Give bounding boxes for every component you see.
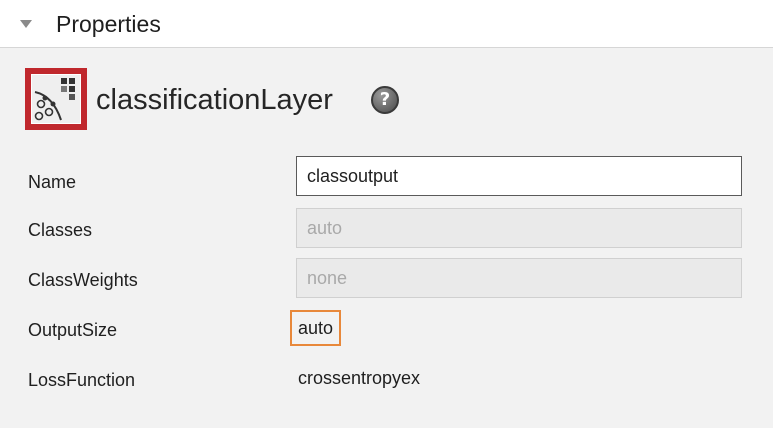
properties-header[interactable]: Properties	[0, 0, 773, 48]
name-field[interactable]: classoutput	[296, 156, 742, 196]
layer-title: classificationLayer	[96, 84, 333, 116]
properties-panel: classificationLayer ? Name classoutput C…	[0, 48, 773, 428]
class-weights-field: none	[296, 258, 742, 298]
loss-function-label: LossFunction	[28, 370, 136, 390]
name-label: Name	[28, 172, 77, 192]
properties-title: Properties	[56, 11, 161, 37]
triangle-down-icon[interactable]	[20, 20, 32, 28]
help-icon[interactable]: ?	[371, 86, 399, 114]
classes-label: Classes	[28, 220, 93, 240]
output-size-value: auto	[290, 310, 342, 346]
loss-function-value: crossentropyex	[298, 368, 421, 388]
output-size-label: OutputSize	[28, 320, 118, 340]
classification-layer-icon	[25, 68, 87, 130]
class-weights-label: ClassWeights	[28, 270, 138, 290]
classes-field: auto	[296, 208, 742, 248]
